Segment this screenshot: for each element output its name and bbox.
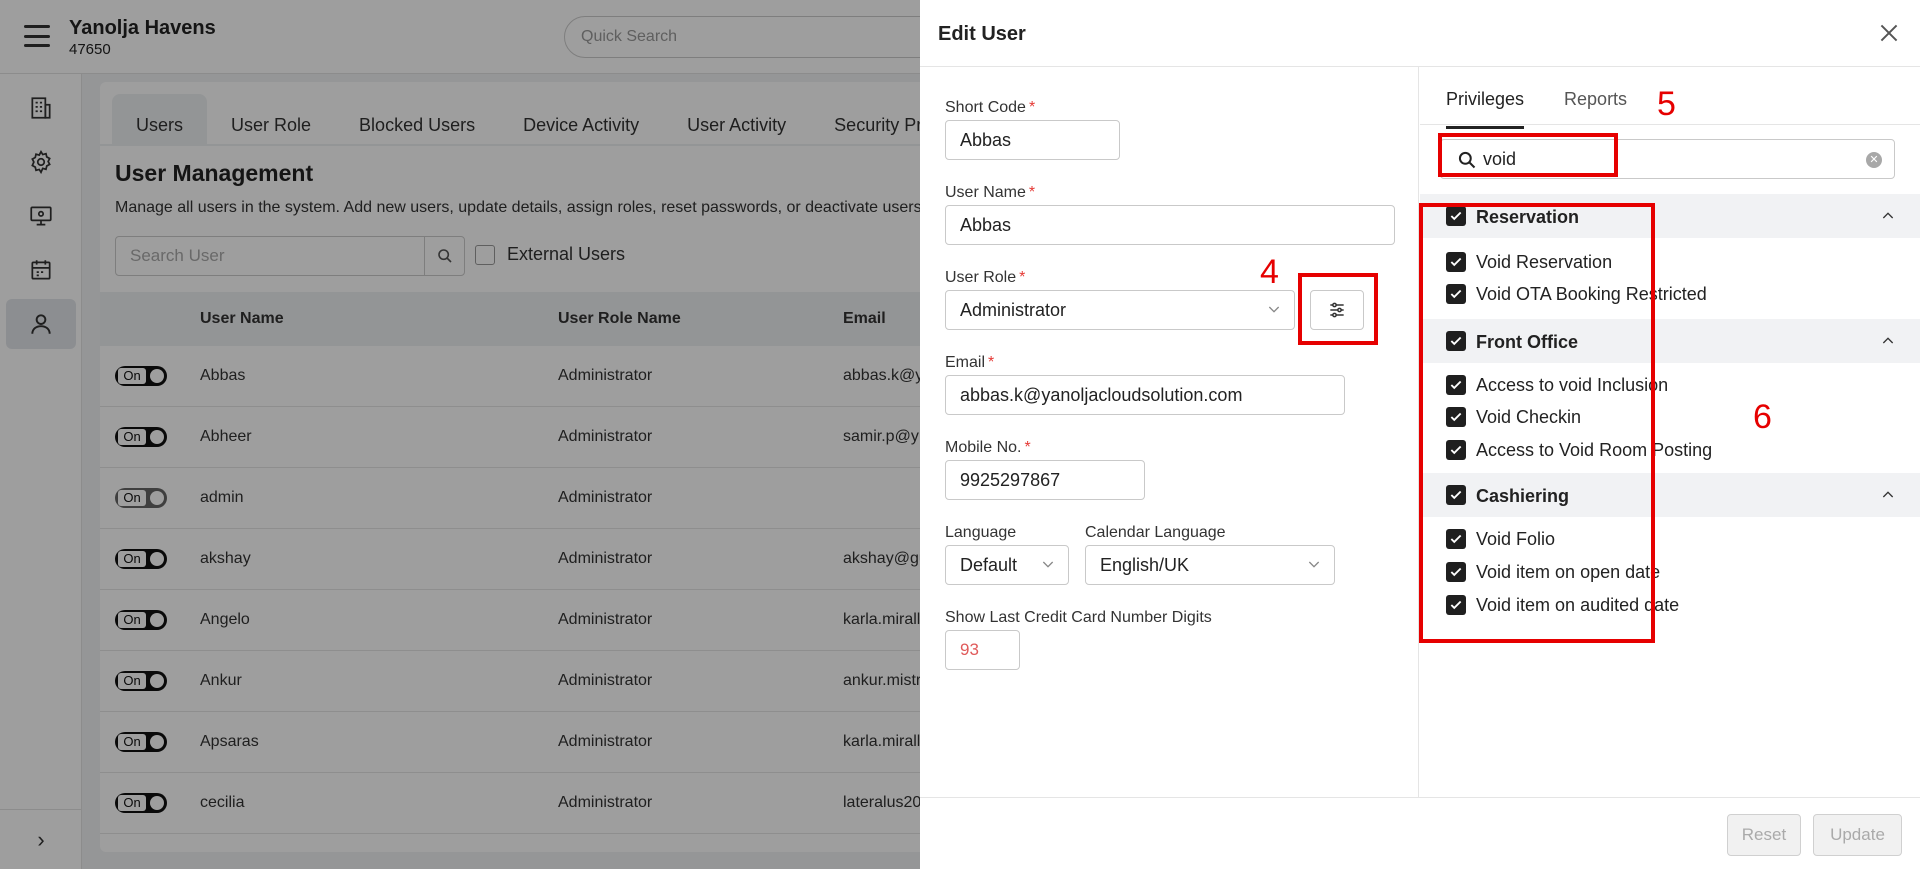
edit-user-drawer: Edit User Short Code * Abbas User Name * A…: [920, 0, 1920, 869]
drawer-footer: Reset Update: [920, 797, 1920, 869]
tab-divider: [1420, 124, 1920, 125]
drawer-header: Edit User: [920, 0, 1920, 67]
user-name-label: User Name *: [945, 184, 1036, 201]
user-name-field[interactable]: Abbas: [945, 205, 1395, 245]
cc-digits-field[interactable]: 93: [945, 630, 1020, 670]
annotation-label-4: 4: [1260, 253, 1279, 291]
calendar-language-label: Calendar Language: [1085, 524, 1226, 541]
user-role-label: User Role *: [945, 269, 1026, 286]
user-role-value: Administrator: [960, 300, 1067, 320]
reset-button[interactable]: Reset: [1727, 814, 1801, 856]
user-role-select[interactable]: Administrator: [945, 290, 1295, 330]
calendar-language-select[interactable]: English/UK: [1085, 545, 1335, 585]
chevron-up-icon[interactable]: [1880, 333, 1896, 349]
language-label: Language: [945, 524, 1017, 541]
close-icon[interactable]: [1876, 20, 1902, 46]
annotation-label-5: 5: [1657, 85, 1676, 123]
chevron-up-icon[interactable]: [1880, 208, 1896, 224]
cc-digits-label: Show Last Credit Card Number Digits: [945, 609, 1212, 626]
mobile-label: Mobile No. *: [945, 439, 1031, 456]
privileges-tabs: Privileges Reports: [1446, 89, 1627, 129]
email-field[interactable]: abbas.k@yanoljacloudsolution.com: [945, 375, 1345, 415]
chevron-up-icon[interactable]: [1880, 487, 1896, 503]
annotation-box-5: [1438, 133, 1618, 177]
chevron-down-icon: [1308, 561, 1320, 568]
short-code-label: Short Code *: [945, 99, 1036, 116]
user-form: Short Code * Abbas User Name * Abbas User …: [920, 67, 1419, 797]
chevron-down-icon: [1268, 306, 1280, 313]
tab-reports[interactable]: Reports: [1564, 89, 1627, 129]
tab-privileges[interactable]: Privileges: [1446, 89, 1525, 129]
update-button[interactable]: Update: [1813, 814, 1902, 856]
chevron-down-icon: [1042, 561, 1054, 568]
calendar-language-value: English/UK: [1100, 555, 1190, 575]
annotation-label-6: 6: [1753, 398, 1772, 436]
language-select[interactable]: Default: [945, 545, 1069, 585]
drawer-title: Edit User: [938, 23, 1026, 45]
clear-icon[interactable]: ✕: [1866, 152, 1882, 168]
language-value: Default: [960, 555, 1018, 575]
email-label: Email *: [945, 354, 995, 371]
annotation-box-6: [1419, 203, 1655, 643]
annotation-box-4: [1298, 273, 1378, 345]
short-code-field[interactable]: Abbas: [945, 120, 1120, 160]
mobile-field[interactable]: 9925297867: [945, 460, 1145, 500]
modal-overlay[interactable]: [0, 0, 920, 869]
